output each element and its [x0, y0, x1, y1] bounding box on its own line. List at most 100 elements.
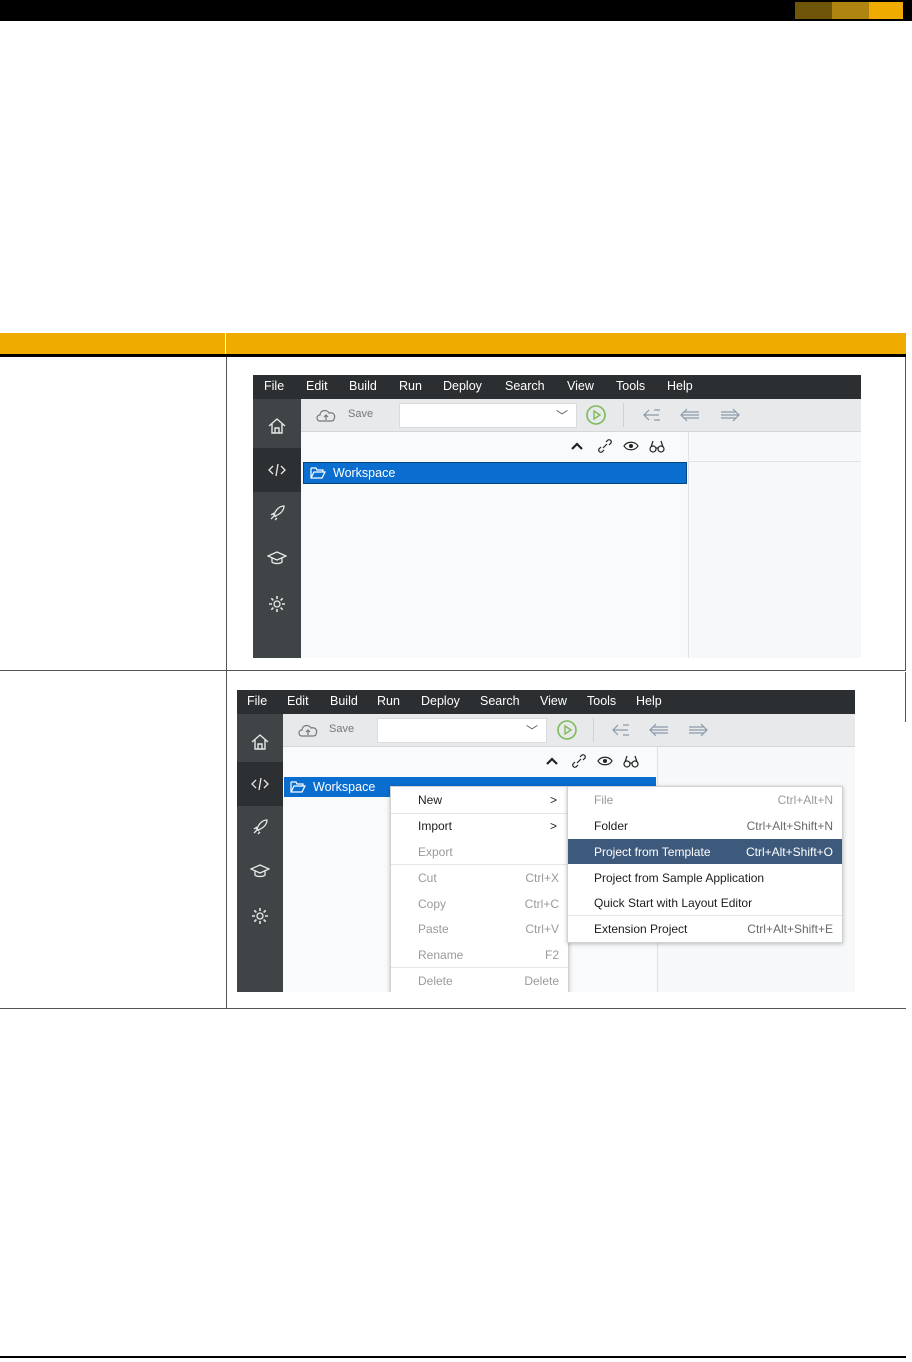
save-button[interactable]: Save — [348, 408, 373, 420]
eye-icon[interactable] — [597, 753, 613, 769]
forward-icon[interactable] — [687, 722, 709, 738]
link-icon[interactable] — [597, 438, 613, 454]
workspace-label: Workspace — [313, 780, 376, 794]
submenu-arrow-icon: > — [549, 819, 557, 833]
ide-screenshot-1: File Edit Build Run Deploy Search View T… — [253, 375, 861, 658]
submenu-item-project-from-sample[interactable]: Project from Sample Application — [568, 865, 842, 890]
rocket-icon[interactable] — [250, 817, 270, 837]
context-menu-item-import[interactable]: Import > — [391, 813, 568, 838]
menu-view[interactable]: View — [540, 694, 567, 708]
menu-tools[interactable]: Tools — [616, 379, 645, 393]
workspace-tree: Workspace — [301, 432, 687, 658]
link-icon[interactable] — [571, 753, 587, 769]
context-menu-item-export[interactable]: Export — [391, 839, 568, 864]
settings-icon[interactable] — [250, 906, 270, 926]
menu-edit[interactable]: Edit — [287, 694, 309, 708]
run-icon[interactable] — [585, 404, 607, 426]
color-swatch — [832, 2, 869, 19]
forward-icon[interactable] — [719, 407, 741, 423]
new-submenu: File Ctrl+Alt+N Folder Ctrl+Alt+Shift+N … — [567, 786, 843, 943]
tree-toolbar — [569, 432, 679, 460]
binoculars-icon[interactable] — [623, 753, 639, 769]
table-column-divider — [226, 357, 227, 1009]
menu-view[interactable]: View — [567, 379, 594, 393]
folder-open-icon — [290, 781, 306, 793]
chevron-down-icon: ﹀ — [555, 409, 568, 423]
color-swatch — [869, 2, 903, 19]
tree-toolbar — [544, 747, 654, 775]
ide-screenshot-2: File Edit Build Run Deploy Search View T… — [237, 690, 855, 992]
last-edit-icon[interactable] — [610, 722, 632, 738]
folder-open-icon — [310, 467, 326, 479]
learning-icon[interactable] — [267, 548, 287, 568]
context-menu-item-rename[interactable]: Rename F2 — [391, 942, 568, 967]
menu-run[interactable]: Run — [377, 694, 400, 708]
submenu-item-quick-start-layout-editor[interactable]: Quick Start with Layout Editor — [568, 890, 842, 915]
context-menu-item-delete[interactable]: Delete Delete — [391, 968, 568, 992]
cloud-upload-icon[interactable] — [314, 405, 340, 425]
left-sidebar — [253, 399, 301, 658]
menu-file[interactable]: File — [264, 379, 284, 393]
tree-item-workspace[interactable]: Workspace — [303, 462, 687, 484]
menu-deploy[interactable]: Deploy — [421, 694, 460, 708]
collapse-icon[interactable] — [569, 438, 585, 454]
table-bottom-border — [0, 1008, 226, 1009]
context-menu-item-cut[interactable]: Cut Ctrl+X — [391, 865, 568, 890]
menu-help[interactable]: Help — [636, 694, 662, 708]
rocket-icon[interactable] — [267, 503, 287, 523]
context-menu-item-copy[interactable]: Copy Ctrl+C — [391, 891, 568, 916]
cloud-upload-icon[interactable] — [296, 720, 322, 740]
table-row-divider — [0, 670, 906, 671]
save-button[interactable]: Save — [329, 723, 354, 735]
color-swatch — [795, 2, 832, 19]
submenu-item-project-from-template[interactable]: Project from Template Ctrl+Alt+Shift+O — [568, 839, 842, 864]
eye-icon[interactable] — [623, 438, 639, 454]
code-icon[interactable] — [267, 460, 287, 480]
back-icon[interactable] — [679, 407, 701, 423]
submenu-item-folder[interactable]: Folder Ctrl+Alt+Shift+N — [568, 813, 842, 838]
context-menu-item-paste[interactable]: Paste Ctrl+V — [391, 916, 568, 941]
submenu-item-extension-project[interactable]: Extension Project Ctrl+Alt+Shift+E — [568, 916, 842, 941]
context-menu-item-new[interactable]: New > — [391, 787, 568, 812]
menu-file[interactable]: File — [247, 694, 267, 708]
menu-edit[interactable]: Edit — [306, 379, 328, 393]
code-icon[interactable] — [250, 774, 270, 794]
collapse-icon[interactable] — [544, 753, 560, 769]
workspace-label: Workspace — [333, 466, 396, 480]
last-edit-icon[interactable] — [641, 407, 663, 423]
toolbar: Save ﹀ — [301, 399, 861, 432]
chevron-down-icon: ﹀ — [525, 724, 538, 738]
learning-icon[interactable] — [250, 861, 270, 881]
menu-deploy[interactable]: Deploy — [443, 379, 482, 393]
menu-run[interactable]: Run — [399, 379, 422, 393]
pane-divider — [688, 432, 689, 658]
run-icon[interactable] — [556, 719, 578, 741]
table-header — [0, 333, 906, 354]
menu-search[interactable]: Search — [480, 694, 520, 708]
menu-search[interactable]: Search — [505, 379, 545, 393]
binoculars-icon[interactable] — [649, 438, 665, 454]
left-sidebar — [237, 714, 283, 992]
toolbar-separator — [593, 718, 594, 742]
table-right-border — [905, 357, 906, 670]
menu-build[interactable]: Build — [349, 379, 377, 393]
run-configuration-select[interactable]: ﹀ — [377, 718, 547, 743]
menu-bar: File Edit Build Run Deploy Search View T… — [253, 375, 861, 399]
back-icon[interactable] — [648, 722, 670, 738]
submenu-arrow-icon: > — [549, 793, 557, 807]
context-menu: New > Import > Export Cut Ctrl+X Copy Ct… — [390, 786, 569, 992]
table-right-border — [905, 672, 906, 722]
table-header-rule — [0, 354, 906, 357]
submenu-item-file[interactable]: File Ctrl+Alt+N — [568, 787, 842, 812]
home-icon[interactable] — [250, 732, 270, 752]
home-icon[interactable] — [267, 416, 287, 436]
menu-help[interactable]: Help — [667, 379, 693, 393]
toolbar: Save ﹀ — [283, 714, 855, 747]
settings-icon[interactable] — [267, 594, 287, 614]
pane-divider — [689, 461, 861, 462]
table-header-divider — [225, 333, 226, 354]
menu-tools[interactable]: Tools — [587, 694, 616, 708]
menu-build[interactable]: Build — [330, 694, 358, 708]
menu-bar: File Edit Build Run Deploy Search View T… — [237, 690, 855, 714]
run-configuration-select[interactable]: ﹀ — [399, 403, 577, 428]
